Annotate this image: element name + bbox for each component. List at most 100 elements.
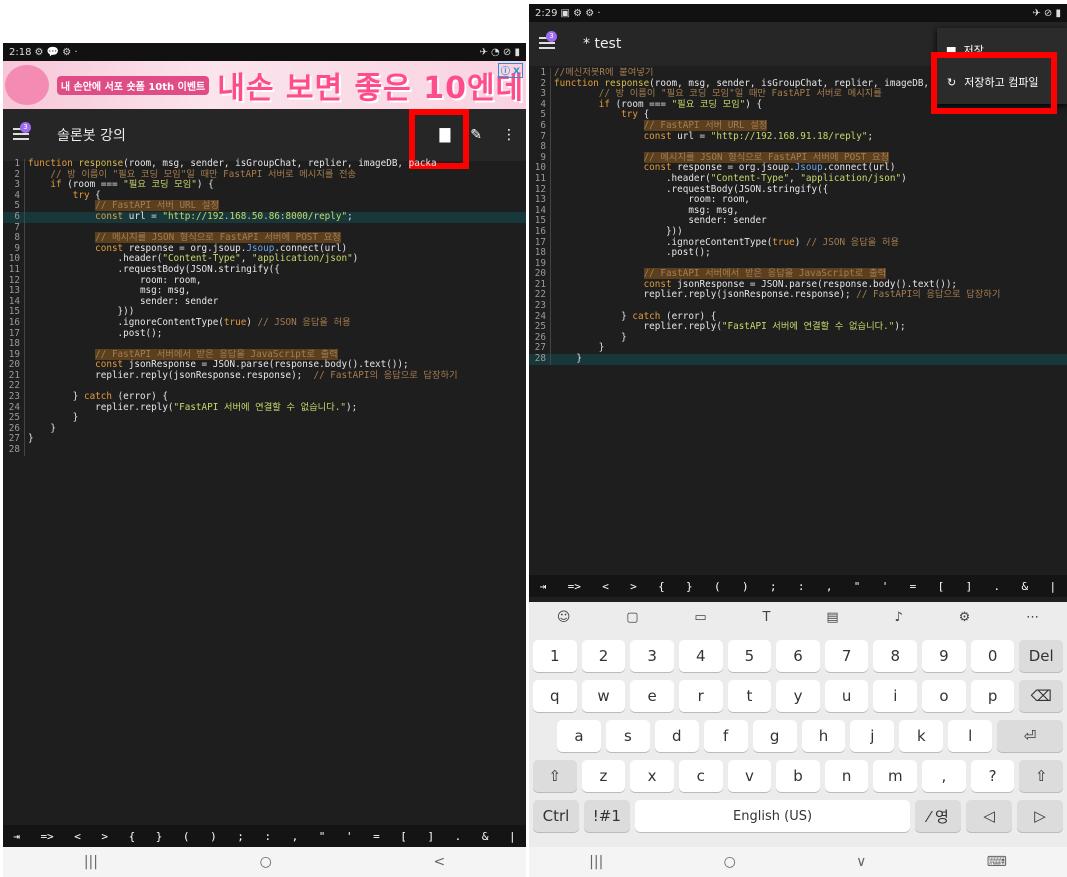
key[interactable]: ?	[970, 760, 1015, 792]
recent-apps-button[interactable]: |||	[589, 854, 603, 870]
home-button[interactable]: ○	[724, 854, 736, 870]
symbol-key[interactable]: .	[994, 580, 1001, 593]
symbol-key[interactable]: ,	[292, 830, 299, 843]
delete-key[interactable]: Del	[1019, 640, 1064, 672]
symbol-key[interactable]: =>	[568, 580, 581, 593]
key[interactable]: c	[678, 760, 723, 792]
key[interactable]: 1	[533, 640, 577, 672]
key[interactable]: e	[630, 680, 674, 712]
emoji-icon[interactable]: ☺	[557, 610, 571, 625]
enter-icon[interactable]: ⏎	[997, 720, 1064, 752]
symbol-key[interactable]: (	[714, 580, 721, 593]
symbol-key[interactable]: }	[156, 830, 163, 843]
symbol-key[interactable]: )	[210, 830, 217, 843]
symbol-key[interactable]: |	[509, 830, 516, 843]
symbol-key[interactable]: =>	[40, 830, 53, 843]
symbol-key[interactable]: <	[602, 580, 609, 593]
symbol-key[interactable]: :	[798, 580, 805, 593]
key[interactable]: 8	[873, 640, 918, 672]
key[interactable]: 2	[581, 640, 626, 672]
shift-right-icon[interactable]: ⇧	[1019, 760, 1064, 792]
key[interactable]: b	[776, 760, 820, 792]
key[interactable]: k	[899, 720, 944, 752]
symbol-key[interactable]: (	[183, 830, 190, 843]
more-icon[interactable]: ⋮	[502, 127, 516, 143]
more-dots-icon[interactable]: ⋯	[1026, 610, 1039, 625]
key[interactable]: q	[533, 680, 577, 712]
key[interactable]: 7	[824, 640, 869, 672]
key[interactable]: m	[873, 760, 918, 792]
symbol-key[interactable]: &	[482, 830, 489, 843]
symbol-key[interactable]: ;	[237, 830, 244, 843]
symbol-key[interactable]: "	[854, 580, 861, 593]
cursor-right-icon[interactable]: ▷	[1017, 800, 1063, 832]
symbol-key[interactable]: .	[455, 830, 462, 843]
key[interactable]: j	[850, 720, 895, 752]
recent-apps-button[interactable]: |||	[84, 854, 98, 870]
symbol-key[interactable]: &	[1021, 580, 1028, 593]
key[interactable]: 3	[630, 640, 674, 672]
symbol-key[interactable]: >	[101, 830, 108, 843]
key[interactable]: 5	[727, 640, 772, 672]
back-button[interactable]: <	[433, 854, 445, 870]
space-key[interactable]: English (US)	[634, 800, 911, 832]
key[interactable]: 6	[776, 640, 820, 672]
shift-left-icon[interactable]: ⇧	[533, 760, 577, 792]
code-editor[interactable]: 1 function response(room, msg, sender, is…	[3, 158, 526, 456]
symbol-key[interactable]: '	[882, 580, 889, 593]
ctrl-key[interactable]: Ctrl	[533, 800, 579, 832]
symbol-key[interactable]: ,	[826, 580, 833, 593]
settings-gear-icon[interactable]: ⚙	[959, 610, 971, 625]
key[interactable]: d	[654, 720, 699, 752]
ad-banner[interactable]: 내 손안에 서포 숏폼 10th 이벤트 내손 보면 좋은 10엔데 ⓘ X	[3, 61, 526, 109]
key[interactable]: n	[824, 760, 869, 792]
symbol-key[interactable]: =	[910, 580, 917, 593]
symbols-key[interactable]: !#1	[583, 800, 630, 832]
key[interactable]: x	[630, 760, 674, 792]
key[interactable]: a	[557, 720, 601, 752]
symbol-key[interactable]: ⇥	[13, 830, 20, 843]
sticker-icon[interactable]: ▢	[626, 610, 638, 625]
hide-keyboard-button[interactable]: ∨	[856, 854, 866, 870]
symbol-key[interactable]: ]	[966, 580, 973, 593]
symbol-key[interactable]: :	[264, 830, 271, 843]
mic-icon[interactable]: ♪	[894, 610, 902, 625]
key[interactable]: t	[727, 680, 772, 712]
language-key[interactable]: ⁄ 영	[915, 800, 962, 832]
key[interactable]: g	[752, 720, 797, 752]
key[interactable]: u	[824, 680, 869, 712]
cursor-left-icon[interactable]: ◁	[966, 800, 1013, 832]
key[interactable]: l	[948, 720, 993, 752]
symbol-key[interactable]: >	[630, 580, 637, 593]
key[interactable]: z	[581, 760, 626, 792]
key[interactable]: 0	[970, 640, 1015, 672]
symbol-key[interactable]: {	[658, 580, 665, 593]
key[interactable]: 4	[678, 640, 723, 672]
backspace-icon[interactable]: ⌫	[1019, 680, 1064, 712]
key[interactable]: r	[678, 680, 723, 712]
symbol-key[interactable]: |	[1049, 580, 1056, 593]
key[interactable]: i	[873, 680, 918, 712]
key[interactable]: p	[970, 680, 1015, 712]
symbol-key[interactable]: }	[686, 580, 693, 593]
symbol-key[interactable]: ;	[770, 580, 777, 593]
key[interactable]: v	[727, 760, 772, 792]
symbol-key[interactable]: [	[400, 830, 407, 843]
symbol-key[interactable]: '	[346, 830, 353, 843]
menu-icon[interactable]: 3	[13, 122, 31, 142]
key[interactable]: ,	[922, 760, 966, 792]
symbol-key[interactable]: ]	[427, 830, 434, 843]
key[interactable]: s	[605, 720, 650, 752]
clipboard-icon[interactable]: ▤	[826, 610, 838, 625]
home-button[interactable]: ○	[260, 854, 272, 870]
symbol-key[interactable]: <	[74, 830, 81, 843]
symbol-key[interactable]: ⇥	[540, 580, 547, 593]
key[interactable]: o	[922, 680, 966, 712]
ad-close-icon[interactable]: ⓘ X	[497, 63, 523, 78]
symbol-key[interactable]: {	[129, 830, 136, 843]
keyboard-icon[interactable]: ⌨	[987, 854, 1007, 870]
symbol-key[interactable]: )	[742, 580, 749, 593]
gif-icon[interactable]: ▭	[694, 610, 706, 625]
handwriting-icon[interactable]: T	[763, 610, 771, 625]
symbol-key[interactable]: [	[938, 580, 945, 593]
